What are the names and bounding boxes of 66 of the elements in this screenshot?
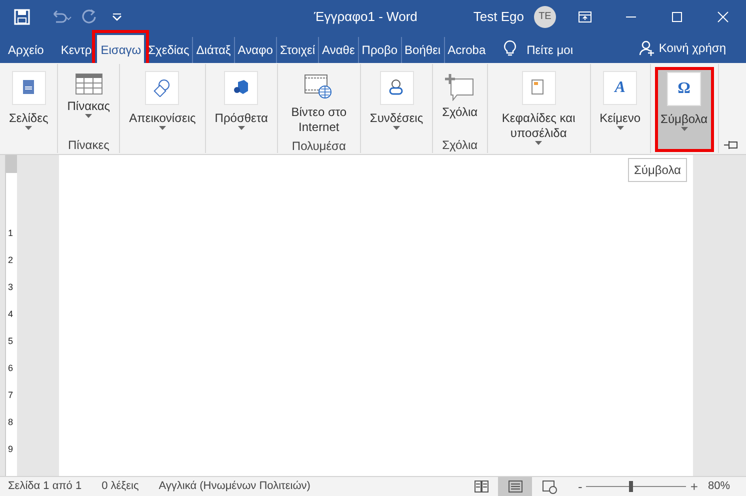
ribbon-button[interactable]: Σελίδες [4, 67, 54, 152]
shapes-icon [153, 79, 172, 97]
button-label: Βίντεο στο Internet [290, 105, 348, 135]
user-avatar[interactable]: TE [534, 6, 556, 28]
page-count[interactable]: Σελίδα 1 από 1 [8, 478, 82, 495]
window-title: Έγγραφο1 - Word [314, 8, 418, 26]
button-label: Πρόσθετα [214, 111, 268, 126]
ruler-number: 7 [8, 390, 14, 400]
group-label: Σχόλια [442, 138, 478, 152]
lightbulb-icon[interactable] [502, 40, 517, 58]
text-icon: A [614, 79, 626, 97]
slider-thumb[interactable] [629, 481, 634, 492]
button-label: Σχόλια [442, 105, 478, 120]
group-label: Πολυμέσα [292, 139, 346, 153]
ruler-number: 6 [8, 363, 14, 373]
ruler-number: 1 [8, 228, 14, 238]
view-button[interactable] [498, 477, 532, 496]
word-count[interactable]: 0 λέξεις [102, 478, 139, 495]
user-name: Test Ego [473, 8, 524, 26]
button-label: Κείμενο [600, 111, 641, 126]
button-label: Συνδέσεις [370, 111, 424, 126]
button-label: Απεικονίσεις [129, 111, 196, 126]
customize-menu-icon[interactable] [112, 12, 122, 22]
ribbon-button[interactable]: Βίντεο στο Internet [282, 67, 356, 139]
close-icon[interactable] [715, 8, 731, 24]
button-label: Κεφαλίδες και υποσέλιδα [500, 111, 576, 141]
tell-me-field[interactable]: Πείτε μοι [522, 37, 576, 63]
page-lines-icon [508, 479, 523, 494]
zoom-in-button[interactable]: + [686, 476, 702, 496]
button-label: Πίνακας [67, 99, 110, 114]
tooltip: Σύμβολα [628, 158, 687, 182]
comment-icon [444, 73, 475, 101]
ribbon-button[interactable]: A Κείμενο [594, 67, 646, 152]
cube-icon [232, 79, 250, 97]
ruler-number: 8 [8, 417, 14, 427]
group-label: Πίνακες [68, 138, 110, 152]
ribbon-tab[interactable]: Εισαγω [96, 35, 144, 63]
button-label: Σελίδες [9, 111, 48, 126]
ruler-number: 5 [8, 336, 14, 346]
ribbon-button[interactable]: Κεφαλίδες και υποσέλιδα [492, 67, 586, 152]
ribbon-tab[interactable]: Κεντρ [56, 37, 95, 63]
video-internet-icon [304, 73, 334, 101]
add-person-icon[interactable] [638, 40, 655, 56]
zoom-out-button[interactable]: - [574, 476, 586, 496]
table-icon [74, 73, 103, 95]
ruler-number: 2 [8, 255, 14, 265]
ruler-number: 9 [8, 444, 14, 454]
language-indicator[interactable]: Αγγλικά (Ηνωμένων Πολιτειών) [158, 478, 310, 495]
book-icon [474, 479, 489, 494]
redo-icon[interactable] [82, 8, 98, 24]
ribbon-button[interactable]: Απεικονίσεις [124, 67, 201, 152]
save-icon[interactable] [14, 8, 30, 24]
ruler-number: 4 [8, 309, 14, 319]
ribbon-tab[interactable]: Αρχείο [4, 37, 47, 63]
omega-icon: Ω [678, 80, 690, 98]
ribbon-button[interactable]: Ω Σύμβολα [654, 67, 714, 152]
ruler-number: 3 [8, 282, 14, 292]
pin-icon[interactable] [724, 140, 740, 150]
zoom-level[interactable]: 80% [708, 478, 730, 495]
share-button[interactable]: Κοινή χρήση [658, 39, 726, 57]
ribbon-button[interactable]: Πρόσθετα [210, 67, 273, 152]
ribbon-display-icon[interactable] [577, 8, 593, 24]
ribbon-button[interactable]: Συνδέσεις [364, 67, 428, 152]
ribbon-button[interactable]: Σχόλια [437, 67, 483, 124]
ribbon-button[interactable]: Πίνακας [62, 67, 116, 122]
button-label: Σύμβολα [660, 112, 708, 127]
